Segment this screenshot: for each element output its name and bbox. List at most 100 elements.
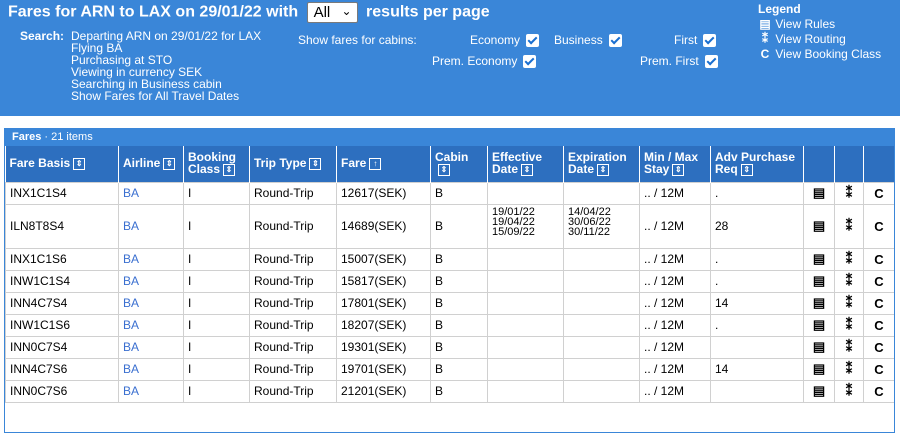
fares-panel: Fares · 21 items Fare Basis ⇕ Airline ⇕ Bo… [4,128,895,433]
booking-class-icon[interactable]: C [863,379,894,403]
booking-class-icon[interactable]: C [863,247,894,271]
fare-basis-cell: INW1C1S6 [5,313,119,337]
table-row: INN0C7S4 BA I Round-Trip 19301(SEK) B .. / 12M… [5,335,894,359]
airline-cell[interactable]: BA [118,291,184,315]
rules-icon[interactable]: ▤ [803,357,835,381]
col-airline[interactable]: Airline ⇕ [118,146,184,182]
cabin-prem-economy[interactable]: Prem. Economy [432,54,537,69]
routing-icon[interactable]: ⁑ [834,379,864,403]
expiration-date-cell [563,335,640,359]
adv-purchase-cell: . [710,269,804,293]
booking-class-icon[interactable]: C [863,335,894,359]
sort-icon[interactable]: ⇕ [223,164,236,177]
fare-cell: 12617(SEK) [336,181,431,205]
col-expiration-date[interactable]: Expiration Date ⇕ [563,146,640,182]
legend-view-rules[interactable]: ▤ View Rules [758,17,881,31]
col-min-max-stay[interactable]: Min / Max Stay ⇕ [639,146,711,182]
airline-cell[interactable]: BA [118,247,184,271]
booking-class-icon[interactable]: C [863,357,894,381]
legend-view-routing[interactable]: ⁑ View Routing [758,32,881,46]
cabin-economy[interactable]: Economy [470,33,540,48]
cabin-label: First [674,33,698,47]
booking-class-icon[interactable]: C [863,181,894,205]
sort-icon[interactable]: ⇕ [597,164,610,177]
routing-icon[interactable]: ⁑ [834,313,864,337]
expiration-date-cell [563,379,640,403]
table-row: INN4C7S6 BA I Round-Trip 19701(SEK) B .. / 12M… [5,357,894,381]
cabin-cell: B [430,357,488,381]
col-fare[interactable]: Fare ↑ [336,146,431,182]
sort-icon[interactable]: ⇕ [438,164,450,177]
airline-cell[interactable]: BA [118,379,184,403]
col-fare-basis[interactable]: Fare Basis ⇕ [5,146,119,182]
sort-icon[interactable]: ⇕ [73,158,86,171]
adv-purchase-cell [710,379,804,403]
sort-icon[interactable]: ⇕ [740,164,753,177]
col-adv-purchase[interactable]: Adv Purchase Req ⇕ [710,146,804,182]
routing-icon[interactable]: ⁑ [834,291,864,315]
col-trip-type[interactable]: Trip Type ⇕ [249,146,337,182]
booking-class-cell: I [183,291,250,315]
checkbox-icon[interactable] [704,55,718,69]
cabin-prem-first[interactable]: Prem. First [640,54,718,69]
routing-icon[interactable]: ⁑ [834,335,864,359]
expiration-date-cell [563,313,640,337]
effective-date-cell [487,313,564,337]
col-label: Fare Basis [9,156,71,171]
cabin-cell: B [430,335,488,359]
cabin-first[interactable]: First [674,33,717,48]
col-effective-date[interactable]: Effective Date ⇕ [487,146,564,182]
rules-icon[interactable]: ▤ [803,181,835,205]
airline-cell[interactable]: BA [118,357,184,381]
sort-icon[interactable]: ⇕ [672,164,685,177]
col-label: Stay [644,162,670,177]
rules-icon[interactable]: ▤ [803,313,835,337]
per-page-select[interactable]: All ⌄ [306,2,358,23]
checkbox-icon[interactable] [526,34,540,48]
rules-icon[interactable]: ▤ [803,203,835,249]
rules-icon[interactable]: ▤ [803,291,835,315]
routing-icon[interactable]: ⁑ [834,181,864,205]
legend-view-booking-class[interactable]: C View Booking Class [758,47,882,61]
rules-icon[interactable]: ▤ [803,335,835,359]
airline-cell[interactable]: BA [118,203,184,249]
rules-icon[interactable]: ▤ [803,379,835,403]
effective-date-cell [487,291,564,315]
sort-icon[interactable]: ⇕ [521,164,534,177]
routing-icon[interactable]: ⁑ [834,269,864,293]
checkbox-icon[interactable] [523,55,537,69]
airline-cell[interactable]: BA [118,335,184,359]
booking-class-cell: I [183,357,250,381]
adv-purchase-cell: 14 [710,357,804,381]
cabin-label: Prem. First [640,54,699,68]
sort-asc-icon[interactable]: ↑ [369,158,382,171]
chevron-down-icon: ⌄ [341,4,352,18]
airline-cell[interactable]: BA [118,269,184,293]
rules-icon[interactable]: ▤ [803,247,835,271]
col-cabin[interactable]: Cabin⇕ [430,146,488,182]
rules-icon[interactable]: ▤ [803,269,835,293]
cabin-cell: B [430,181,488,205]
booking-class-icon[interactable]: C [863,291,894,315]
sort-icon[interactable]: ⇕ [163,158,176,171]
checkbox-icon[interactable] [703,34,717,48]
fare-basis-cell: INW1C1S4 [5,269,119,293]
airline-cell[interactable]: BA [118,181,184,205]
booking-class-icon[interactable]: C [863,313,894,337]
sort-icon[interactable]: ⇕ [309,158,322,171]
booking-class-icon[interactable]: C [863,269,894,293]
booking-class-icon[interactable]: C [863,203,894,249]
cabin-business[interactable]: Business [554,33,622,48]
legend-label: View Routing [775,32,846,46]
routing-icon[interactable]: ⁑ [834,203,864,249]
legend-title: Legend [758,2,801,16]
routing-icon[interactable]: ⁑ [834,247,864,271]
col-booking-class[interactable]: Booking Class ⇕ [183,146,250,182]
effective-date-cell [487,357,564,381]
booking-class-cell: I [183,269,250,293]
expiration-date-cell [563,357,640,381]
checkbox-icon[interactable] [608,34,622,48]
fare-cell: 18207(SEK) [336,313,431,337]
routing-icon[interactable]: ⁑ [834,357,864,381]
airline-cell[interactable]: BA [118,313,184,337]
